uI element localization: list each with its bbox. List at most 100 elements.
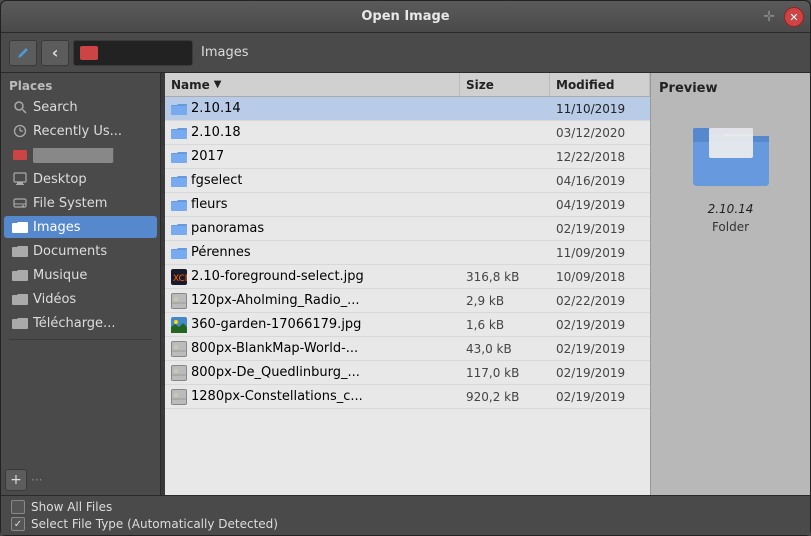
- file-name-text: fleurs: [191, 197, 228, 212]
- table-row[interactable]: 800px-De_Quedlinburg_... 117,0 kB 02/19/…: [165, 361, 650, 385]
- image-gimp-icon: XCF: [171, 269, 187, 285]
- file-name-text: 2.10.14: [191, 101, 241, 116]
- close-button[interactable]: ✕: [784, 7, 804, 27]
- table-row[interactable]: 2.10.14 11/10/2019: [165, 97, 650, 121]
- back-button[interactable]: ‹: [41, 40, 69, 66]
- file-size: 920,2 kB: [460, 385, 550, 408]
- sidebar-item-desktop-label: Desktop: [33, 172, 149, 187]
- image-icon: [171, 341, 187, 357]
- show-all-files-option: Show All Files: [11, 500, 800, 514]
- file-modified: 04/16/2019: [550, 169, 650, 192]
- file-name: fleurs: [165, 193, 460, 216]
- file-list-body[interactable]: 2.10.14 11/10/2019 2.10.18 03/12/2020 20…: [165, 97, 650, 495]
- file-name-text: 120px-Aholming_Radio_...: [191, 293, 360, 308]
- show-all-files-label: Show All Files: [31, 500, 112, 514]
- folder-icon-images: [12, 219, 28, 235]
- image-icon: [171, 365, 187, 381]
- table-row[interactable]: XCF 2.10-foreground-select.jpg 316,8 kB …: [165, 265, 650, 289]
- file-icon: [171, 173, 187, 189]
- checkmark: ✓: [14, 519, 22, 530]
- file-size: 117,0 kB: [460, 361, 550, 384]
- file-modified: 03/12/2020: [550, 121, 650, 144]
- dialog-title: Open Image: [361, 9, 449, 24]
- sidebar-dots: ···: [31, 473, 42, 487]
- file-name-text: 2.10.18: [191, 125, 241, 140]
- file-icon: [171, 245, 187, 261]
- pencil-button[interactable]: [9, 40, 37, 66]
- location-path: [73, 40, 193, 66]
- col-header-modified[interactable]: Modified: [550, 73, 650, 96]
- sidebar-separator: [9, 339, 152, 340]
- sidebar-item-images[interactable]: Images: [4, 216, 157, 238]
- file-size: [460, 241, 550, 264]
- folder-icon: [171, 102, 187, 116]
- file-size: [460, 121, 550, 144]
- file-size: [460, 145, 550, 168]
- table-row[interactable]: 2017 12/22/2018: [165, 145, 650, 169]
- sidebar-item-telecharge-label: Télécharge...: [33, 316, 149, 331]
- sidebar-item-redacted[interactable]: ████████: [4, 144, 157, 166]
- table-row[interactable]: fleurs 04/19/2019: [165, 193, 650, 217]
- preview-folder-icon: [691, 118, 771, 188]
- main-area: Places Search Recently Us...: [1, 73, 810, 495]
- file-icon: [171, 125, 187, 141]
- sort-arrow: ▼: [214, 79, 222, 90]
- col-header-size[interactable]: Size: [460, 73, 550, 96]
- select-file-type-checkbox[interactable]: ✓: [11, 517, 25, 531]
- file-name-text: 2.10-foreground-select.jpg: [191, 269, 364, 284]
- file-modified: 02/19/2019: [550, 313, 650, 336]
- folder-icon: [171, 222, 187, 236]
- file-modified: 11/10/2019: [550, 97, 650, 120]
- file-size: [460, 97, 550, 120]
- sidebar-item-musique[interactable]: Musique: [4, 264, 157, 286]
- sidebar-item-file-system-label: File System: [33, 196, 149, 211]
- folder-icon: [171, 150, 187, 164]
- col-header-name[interactable]: Name ▼: [165, 73, 460, 96]
- sidebar-item-desktop[interactable]: Desktop: [4, 168, 157, 190]
- file-icon: [171, 101, 187, 117]
- table-row[interactable]: 800px-BlankMap-World-... 43,0 kB 02/19/2…: [165, 337, 650, 361]
- sidebar-item-recently-used[interactable]: Recently Us...: [4, 120, 157, 142]
- sidebar-item-search-label: Search: [33, 100, 149, 115]
- pencil-icon: [16, 46, 30, 60]
- image-icon: [171, 389, 187, 405]
- table-row[interactable]: Pérennes 11/09/2019: [165, 241, 650, 265]
- preview-title: Preview: [659, 81, 718, 96]
- sidebar-item-documents-label: Documents: [33, 244, 149, 259]
- sidebar-section-places: Places: [1, 73, 160, 95]
- file-modified: 10/09/2018: [550, 265, 650, 288]
- table-row[interactable]: 1280px-Constellations_c... 920,2 kB 02/1…: [165, 385, 650, 409]
- add-bookmark-button[interactable]: +: [5, 469, 27, 491]
- table-row[interactable]: panoramas 02/19/2019: [165, 217, 650, 241]
- folder-icon: [171, 126, 187, 140]
- file-icon: [171, 341, 187, 357]
- table-row[interactable]: 120px-Aholming_Radio_... 2,9 kB 02/22/20…: [165, 289, 650, 313]
- file-name-text: 800px-De_Quedlinburg_...: [191, 365, 360, 380]
- file-modified: 11/09/2019: [550, 241, 650, 264]
- file-name: Pérennes: [165, 241, 460, 264]
- sidebar-item-musique-label: Musique: [33, 268, 149, 283]
- sidebar-item-videos[interactable]: Vidéos: [4, 288, 157, 310]
- file-icon: [171, 317, 187, 333]
- table-row[interactable]: 360-garden-17066179.jpg 1,6 kB 02/19/201…: [165, 313, 650, 337]
- sidebar-item-documents[interactable]: Documents: [4, 240, 157, 262]
- file-name: 2017: [165, 145, 460, 168]
- table-row[interactable]: fgselect 04/16/2019: [165, 169, 650, 193]
- file-name: 800px-De_Quedlinburg_...: [165, 361, 460, 384]
- sidebar: Places Search Recently Us...: [1, 73, 161, 495]
- file-name-text: panoramas: [191, 221, 264, 236]
- show-all-files-checkbox[interactable]: [11, 500, 25, 514]
- file-name: 800px-BlankMap-World-...: [165, 337, 460, 360]
- file-name-text: fgselect: [191, 173, 242, 188]
- sidebar-item-search[interactable]: Search: [4, 96, 157, 118]
- sidebar-item-file-system[interactable]: File System: [4, 192, 157, 214]
- file-modified: 02/19/2019: [550, 385, 650, 408]
- file-name: fgselect: [165, 169, 460, 192]
- folder-icon-videos: [12, 291, 28, 307]
- sidebar-bottom: + ···: [1, 465, 160, 495]
- file-name: 360-garden-17066179.jpg: [165, 313, 460, 336]
- sidebar-item-telecharge[interactable]: Télécharge...: [4, 312, 157, 334]
- file-icon: [171, 149, 187, 165]
- table-row[interactable]: 2.10.18 03/12/2020: [165, 121, 650, 145]
- sidebar-item-recently-used-label: Recently Us...: [33, 124, 149, 139]
